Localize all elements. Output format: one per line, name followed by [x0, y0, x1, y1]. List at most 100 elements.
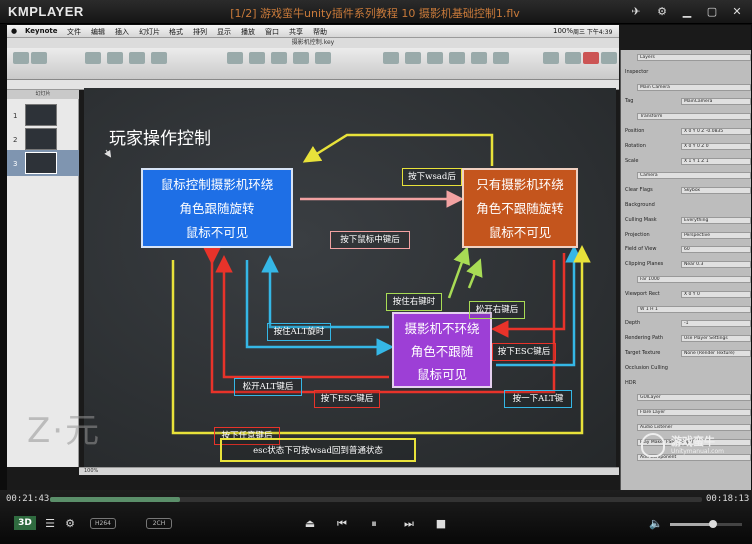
- inspector-row[interactable]: Rotation X 0 Y 0 Z 0: [623, 142, 751, 152]
- inspector-value[interactable]: Camera: [637, 172, 751, 180]
- inspector-value[interactable]: Transform: [637, 113, 751, 121]
- inspector-value[interactable]: MainCamera: [681, 98, 751, 106]
- inspector-row[interactable]: Position X 0 Y 0 Z -0.0835: [623, 128, 751, 137]
- pin-icon[interactable]: ✈: [628, 4, 644, 20]
- new-slide-button[interactable]: [85, 52, 101, 64]
- inspector-row[interactable]: Depth -1: [623, 320, 751, 329]
- inspector-row[interactable]: Audio Listener: [623, 424, 751, 433]
- close-button[interactable]: ✕: [729, 4, 745, 20]
- volume-icon[interactable]: 🔈: [648, 517, 664, 530]
- inspector-value[interactable]: Near 0.3: [681, 261, 751, 269]
- guide-button[interactable]: [31, 52, 47, 64]
- inspector-row[interactable]: Camera: [623, 172, 751, 181]
- themes-button[interactable]: [129, 52, 145, 64]
- table-button[interactable]: [271, 52, 287, 64]
- inspector-row[interactable]: Background: [623, 202, 751, 211]
- menu-item[interactable]: 插入: [115, 27, 129, 37]
- slide-thumbnail-3[interactable]: [25, 152, 57, 174]
- menu-item[interactable]: 显示: [217, 27, 231, 37]
- inspector-row[interactable]: Layers: [623, 54, 751, 63]
- inspector-value[interactable]: X 0 Y 0 Z -0.0835: [681, 128, 751, 135]
- volume-knob[interactable]: [709, 520, 718, 528]
- seek-bar[interactable]: [50, 497, 702, 502]
- zoom-status[interactable]: 100%: [79, 467, 619, 475]
- slide-thumbnail-2[interactable]: [25, 128, 57, 150]
- menu-item[interactable]: Keynote: [25, 27, 58, 35]
- inspector-row[interactable]: Scale X 1 Y 1 Z 1: [623, 157, 751, 167]
- settings-icon[interactable]: ⚙: [62, 517, 78, 530]
- inspector-row[interactable]: Clear Flags Skybox: [623, 187, 751, 196]
- inspector-row[interactable]: Inspector: [623, 69, 751, 78]
- inspector-row[interactable]: Far 1000: [623, 276, 751, 285]
- mask-button[interactable]: [427, 52, 443, 64]
- inspector-value[interactable]: Audio Listener: [637, 424, 751, 431]
- inspector-row[interactable]: Occlusion Culling: [623, 365, 751, 374]
- menu-item[interactable]: 共享: [289, 27, 303, 37]
- playlist-icon[interactable]: ☰: [42, 517, 58, 530]
- inspector-row[interactable]: Culling Mask Everything: [623, 216, 751, 226]
- inspector-value[interactable]: Perspective: [681, 231, 751, 239]
- media-button[interactable]: [565, 52, 581, 64]
- inspector-value[interactable]: Far 1000: [637, 276, 751, 283]
- inspector-value[interactable]: X 1 Y 1 Z 1: [681, 157, 751, 165]
- menu-item[interactable]: 播放: [241, 27, 255, 37]
- eject-icon[interactable]: ⏏: [302, 517, 318, 530]
- back-button[interactable]: [405, 52, 421, 64]
- inspector-value[interactable]: Layers: [637, 54, 751, 61]
- shapes-button[interactable]: [249, 52, 265, 64]
- slide-thumbnail-1[interactable]: [25, 104, 57, 126]
- inspector-value[interactable]: X 0 Y 0 Z 0: [681, 142, 751, 150]
- inspector-value[interactable]: Flare Layer: [637, 409, 751, 417]
- fonts-button[interactable]: [601, 52, 617, 64]
- maximize-button[interactable]: ▢: [704, 4, 720, 20]
- masters-button[interactable]: [151, 52, 167, 64]
- inspector-row[interactable]: Rendering Path Use Player Settings: [623, 335, 751, 344]
- inspector-value[interactable]: -1: [681, 320, 751, 328]
- inspector-row[interactable]: Transform: [623, 113, 751, 122]
- inspector-row[interactable]: Target Texture None (Render Texture): [623, 350, 751, 359]
- inspector-row[interactable]: Main Camera: [623, 83, 751, 93]
- stop-icon[interactable]: ■: [433, 517, 449, 530]
- pause-icon[interactable]: ⏸: [366, 517, 382, 531]
- chart-button[interactable]: [293, 52, 309, 64]
- inspector-row[interactable]: Viewport Rect X 0 Y 0: [623, 290, 751, 300]
- alpha-button[interactable]: [449, 52, 465, 64]
- previous-icon[interactable]: ⏮: [334, 517, 350, 531]
- menu-item[interactable]: 编辑: [91, 27, 105, 37]
- inspector-row[interactable]: Tag MainCamera: [623, 98, 751, 107]
- inspector-value[interactable]: Everything: [681, 216, 751, 224]
- menu-item[interactable]: 格式: [169, 27, 183, 37]
- group-button[interactable]: [471, 52, 487, 64]
- inspector-value[interactable]: W 1 H 1: [637, 305, 751, 313]
- inspector-value[interactable]: X 0 Y 0: [681, 290, 751, 298]
- inspector-row[interactable]: Clipping Planes Near 0.3: [623, 261, 751, 270]
- menu-item[interactable]: 窗口: [265, 27, 279, 37]
- inspector-row[interactable]: Projection Perspective: [623, 231, 751, 241]
- menu-item[interactable]: 幻灯片: [139, 27, 160, 37]
- inspector-value[interactable]: GUILayer: [637, 394, 751, 402]
- inspector-value[interactable]: Use Player Settings: [681, 335, 751, 343]
- inspector-value[interactable]: Skybox: [681, 187, 751, 195]
- menu-item[interactable]: 帮助: [313, 27, 327, 37]
- 3d-button[interactable]: 3D: [14, 516, 36, 530]
- inspector-value[interactable]: None (Render Texture): [681, 350, 751, 357]
- next-icon[interactable]: ⏭: [401, 517, 417, 531]
- inspector-value[interactable]: 60: [681, 246, 751, 254]
- inspector-row[interactable]: Field of View 60: [623, 246, 751, 255]
- inspector-row[interactable]: W 1 H 1: [623, 305, 751, 315]
- view-button[interactable]: [13, 52, 29, 64]
- play-button[interactable]: [107, 52, 123, 64]
- video-area[interactable]: ● Keynote 文件 编辑 插入 幻灯片 格式 排列 显示 播放 窗口 共享…: [7, 25, 751, 490]
- inspector-row[interactable]: GUILayer: [623, 394, 751, 403]
- menu-item[interactable]: 排列: [193, 27, 207, 37]
- inspector-row[interactable]: Flare Layer: [623, 409, 751, 418]
- textbox-button[interactable]: [227, 52, 243, 64]
- inspector-value[interactable]: Main Camera: [637, 83, 751, 91]
- minimize-button[interactable]: ▁: [679, 4, 695, 20]
- front-button[interactable]: [383, 52, 399, 64]
- colors-button[interactable]: [583, 52, 599, 64]
- menu-item[interactable]: 文件: [67, 27, 81, 37]
- inspector-row[interactable]: HDR: [623, 380, 751, 389]
- inspector-button[interactable]: [543, 52, 559, 64]
- ungroup-button[interactable]: [493, 52, 509, 64]
